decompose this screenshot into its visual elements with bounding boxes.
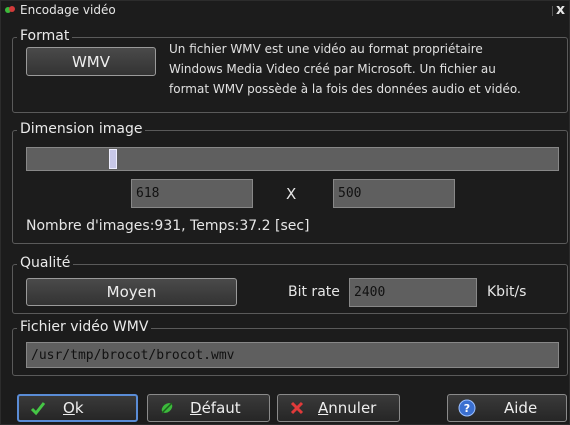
default-label: Défaut [190, 399, 241, 417]
check-icon [29, 399, 47, 417]
default-button[interactable]: Défaut [147, 394, 270, 422]
bitrate-label: Bit rate [288, 284, 340, 300]
bitrate-input[interactable]: 2400 [349, 278, 477, 307]
format-button[interactable]: WMV [26, 47, 156, 76]
bitrate-unit: Kbit/s [487, 284, 527, 300]
app-icon [5, 6, 15, 13]
cancel-label: Annuler [318, 399, 377, 417]
ok-button[interactable]: Ok [17, 394, 138, 422]
help-label: Aide [504, 399, 538, 417]
cross-icon [288, 399, 306, 417]
close-icon[interactable]: x [556, 2, 565, 18]
ok-label: Ok [63, 399, 84, 417]
slider-handle[interactable] [109, 149, 117, 169]
dimension-group-label: Dimension image [17, 120, 146, 138]
cancel-button[interactable]: Annuler [277, 394, 400, 422]
file-group-label: Fichier vidéo WMV [17, 318, 152, 336]
format-description: Un fichier WMV est une vidéo au format p… [169, 39, 521, 99]
height-input[interactable]: 500 [333, 179, 455, 208]
leaf-icon [158, 399, 176, 417]
svg-text:?: ? [464, 402, 470, 415]
frame-info: Nombre d'images:931, Temps:37.2 [sec] [26, 218, 310, 234]
window-title: Encodage vidéo [20, 3, 116, 17]
title-separator [552, 6, 553, 16]
frame-slider[interactable] [26, 147, 559, 171]
format-description-line: format WMV possède à la fois des données… [169, 82, 521, 96]
file-path-input[interactable]: /usr/tmp/brocot/brocot.wmv [26, 342, 559, 368]
width-input[interactable]: 618 [131, 179, 253, 208]
format-description-line: Windows Media Video créé par Microsoft. … [169, 62, 496, 76]
title-bar: Encodage vidéo [1, 1, 569, 19]
format-description-line: Un fichier WMV est une vidéo au format p… [169, 42, 483, 56]
format-group-label: Format [17, 27, 73, 45]
encoding-dialog: Encodage vidéo x Format WMV Un fichier W… [0, 0, 570, 425]
help-button[interactable]: ? Aide [447, 394, 567, 422]
quality-button[interactable]: Moyen [26, 278, 237, 306]
dimension-separator: X [286, 185, 297, 203]
help-icon: ? [458, 399, 476, 417]
quality-group-label: Qualité [17, 254, 74, 272]
